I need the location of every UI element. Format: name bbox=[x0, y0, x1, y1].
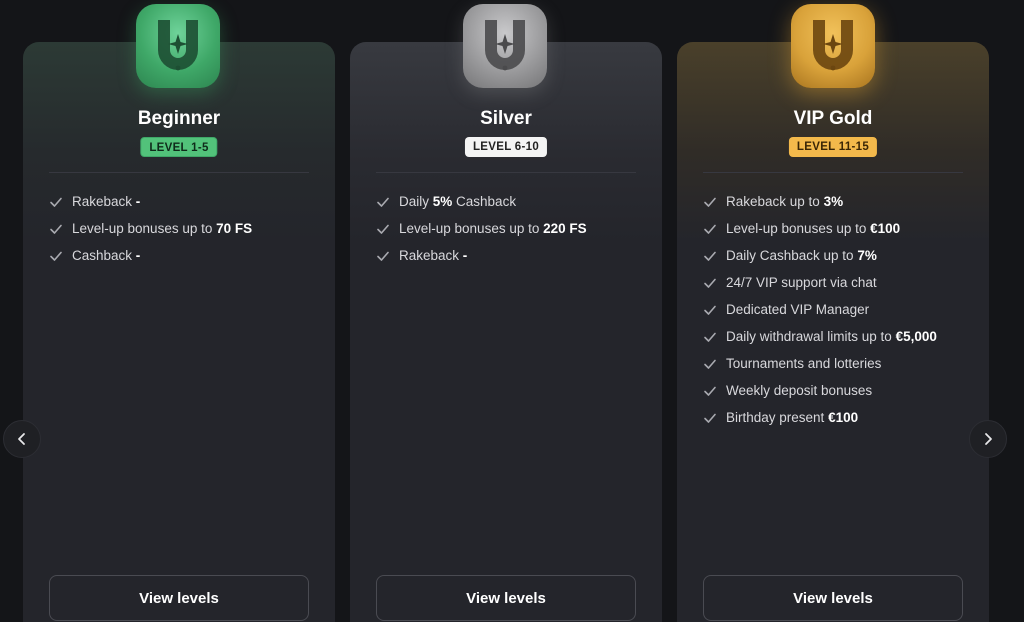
check-icon bbox=[704, 413, 716, 423]
horseshoe-star-icon bbox=[136, 4, 220, 88]
check-icon bbox=[377, 251, 389, 261]
check-icon bbox=[50, 197, 62, 207]
check-icon bbox=[704, 251, 716, 261]
tier-title: Beginner bbox=[137, 108, 221, 129]
level-badge: LEVEL 1-5 bbox=[140, 137, 218, 157]
feature-text: Birthday present €100 bbox=[726, 410, 859, 425]
check-icon bbox=[704, 197, 716, 207]
view-levels-button[interactable]: View levels bbox=[376, 575, 636, 621]
feature-text: Tournaments and lotteries bbox=[726, 356, 882, 371]
feature-text: Cashback - bbox=[72, 248, 141, 263]
feature-text: Level-up bonuses up to €100 bbox=[726, 221, 901, 236]
feature-item: Weekly deposit bonuses bbox=[703, 377, 937, 404]
feature-item: Birthday present €100 bbox=[703, 404, 937, 431]
feature-text: Level-up bonuses up to 220 FS bbox=[399, 221, 587, 236]
feature-text: Rakeback up to 3% bbox=[726, 194, 844, 209]
feature-list: Rakeback up to 3% Level-up bonuses up to … bbox=[703, 188, 937, 431]
carousel-next-button[interactable] bbox=[969, 420, 1007, 458]
divider bbox=[376, 172, 636, 173]
check-icon bbox=[704, 224, 716, 234]
check-icon bbox=[704, 278, 716, 288]
check-icon bbox=[704, 332, 716, 342]
feature-text: Daily withdrawal limits up to €5,000 bbox=[726, 329, 937, 344]
view-levels-button[interactable]: View levels bbox=[49, 575, 309, 621]
feature-text: 24/7 VIP support via chat bbox=[726, 275, 877, 290]
check-icon bbox=[50, 251, 62, 261]
feature-item: Rakeback up to 3% bbox=[703, 188, 937, 215]
tier-title: VIP Gold bbox=[793, 108, 873, 129]
feature-item: Level-up bonuses up to €100 bbox=[703, 215, 937, 242]
view-levels-button[interactable]: View levels bbox=[703, 575, 963, 621]
tier-card-silver: Silver LEVEL 6-10 Daily 5% Cashback Level… bbox=[350, 42, 662, 622]
level-badge: LEVEL 11-15 bbox=[788, 137, 878, 157]
feature-text: Daily Cashback up to 7% bbox=[726, 248, 877, 263]
check-icon bbox=[377, 224, 389, 234]
vip-tiers-carousel: Beginner LEVEL 1-5 Rakeback - Level-up bo… bbox=[0, 0, 1024, 622]
feature-item: Rakeback - bbox=[376, 242, 587, 269]
feature-text: Rakeback - bbox=[72, 194, 141, 209]
feature-item: Daily withdrawal limits up to €5,000 bbox=[703, 323, 937, 350]
chevron-left-icon bbox=[18, 433, 25, 445]
feature-item: Daily 5% Cashback bbox=[376, 188, 587, 215]
carousel-prev-button[interactable] bbox=[3, 420, 41, 458]
divider bbox=[49, 172, 309, 173]
feature-item: Level-up bonuses up to 220 FS bbox=[376, 215, 587, 242]
tier-card-vip-gold: VIP Gold LEVEL 11-15 Rakeback up to 3% Le… bbox=[677, 42, 989, 622]
check-icon bbox=[377, 197, 389, 207]
feature-item: Tournaments and lotteries bbox=[703, 350, 937, 377]
feature-item: Dedicated VIP Manager bbox=[703, 296, 937, 323]
level-badge: LEVEL 6-10 bbox=[464, 137, 548, 157]
feature-item: Cashback - bbox=[49, 242, 252, 269]
tier-title: Silver bbox=[480, 108, 532, 129]
divider bbox=[703, 172, 963, 173]
feature-item: Rakeback - bbox=[49, 188, 252, 215]
feature-item: Level-up bonuses up to 70 FS bbox=[49, 215, 252, 242]
feature-item: Daily Cashback up to 7% bbox=[703, 242, 937, 269]
check-icon bbox=[704, 359, 716, 369]
horseshoe-star-icon bbox=[791, 4, 875, 88]
feature-list: Rakeback - Level-up bonuses up to 70 FS Ca… bbox=[49, 188, 252, 269]
feature-item: 24/7 VIP support via chat bbox=[703, 269, 937, 296]
feature-list: Daily 5% Cashback Level-up bonuses up to … bbox=[376, 188, 587, 269]
feature-text: Rakeback - bbox=[399, 248, 468, 263]
chevron-right-icon bbox=[985, 433, 992, 445]
feature-text: Weekly deposit bonuses bbox=[726, 383, 873, 398]
feature-text: Daily 5% Cashback bbox=[399, 194, 517, 209]
check-icon bbox=[704, 305, 716, 315]
tier-card-beginner: Beginner LEVEL 1-5 Rakeback - Level-up bo… bbox=[23, 42, 335, 622]
feature-text: Level-up bonuses up to 70 FS bbox=[72, 221, 253, 236]
check-icon bbox=[50, 224, 62, 234]
horseshoe-star-icon bbox=[463, 4, 547, 88]
check-icon bbox=[704, 386, 716, 396]
feature-text: Dedicated VIP Manager bbox=[726, 302, 870, 317]
